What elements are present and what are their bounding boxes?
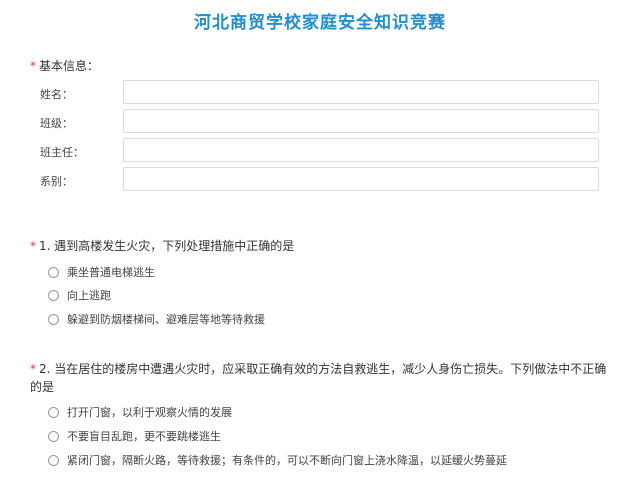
question-2-option-2[interactable]: 不要盲目乱跑，更不要跳楼逃生: [48, 428, 221, 444]
question-2-option-3[interactable]: 紧闭门窗，隔断火路，等待救援；有条件的，可以不断向门窗上浇水降温，以延缓火势蔓延: [48, 452, 507, 468]
radio-circle-icon[interactable]: [48, 406, 59, 418]
class-input[interactable]: [123, 109, 599, 133]
option-label: 乘坐普通电梯逃生: [67, 266, 155, 279]
question-1-title: 1. 遇到高楼发生火灾，下列处理措施中正确的是: [39, 239, 295, 253]
basic-info-heading: * 基本信息：: [30, 57, 99, 74]
question-2-heading: * 2. 当在居住的楼房中遭遇火灾时，应采取正确有效的方法自救逃生，减少人身伤亡损…: [30, 360, 610, 396]
question-1-option-1[interactable]: 乘坐普通电梯逃生: [48, 264, 155, 280]
question-1-heading: * 1. 遇到高楼发生火灾，下列处理措施中正确的是: [30, 237, 294, 254]
radio-circle-icon[interactable]: [48, 266, 59, 278]
page-title: 河北商贸学校家庭安全知识竞赛: [194, 13, 446, 33]
required-mark: *: [30, 239, 36, 253]
option-label: 不要盲目乱跑，更不要跳楼逃生: [67, 430, 221, 443]
question-1-option-3[interactable]: 躲避到防烟楼梯间、避难层等地等待救援: [48, 311, 265, 327]
name-label: 姓名：: [40, 88, 73, 101]
radio-circle-icon[interactable]: [48, 289, 59, 301]
field-row-department: 系别：: [0, 167, 640, 193]
basic-info-title: 基本信息：: [39, 59, 100, 73]
option-label: 紧闭门窗，隔断火路，等待救援；有条件的，可以不断向门窗上浇水降温，以延缓火势蔓延: [67, 454, 507, 467]
radio-circle-icon[interactable]: [48, 430, 59, 442]
required-mark: *: [30, 362, 36, 376]
required-mark: *: [30, 59, 36, 73]
option-label: 打开门窗，以利于观察火情的发展: [67, 406, 232, 419]
question-2-title: 2. 当在居住的楼房中遭遇火灾时，应采取正确有效的方法自救逃生，减少人身伤亡损失…: [30, 362, 607, 394]
question-2-option-1[interactable]: 打开门窗，以利于观察火情的发展: [48, 404, 232, 420]
radio-circle-icon[interactable]: [48, 454, 59, 466]
option-label: 躲避到防烟楼梯间、避难层等地等待救援: [67, 313, 265, 326]
field-row-name: 姓名：: [0, 80, 640, 106]
name-input[interactable]: [123, 80, 599, 104]
field-row-class: 班级：: [0, 109, 640, 135]
department-input[interactable]: [123, 167, 599, 191]
head-teacher-label: 班主任：: [40, 146, 84, 159]
department-label: 系别：: [40, 175, 73, 188]
head-teacher-input[interactable]: [123, 138, 599, 162]
field-row-head-teacher: 班主任：: [0, 138, 640, 164]
class-label: 班级：: [40, 117, 73, 130]
radio-circle-icon[interactable]: [48, 313, 59, 325]
question-1-option-2[interactable]: 向上逃跑: [48, 287, 111, 303]
option-label: 向上逃跑: [67, 289, 111, 302]
